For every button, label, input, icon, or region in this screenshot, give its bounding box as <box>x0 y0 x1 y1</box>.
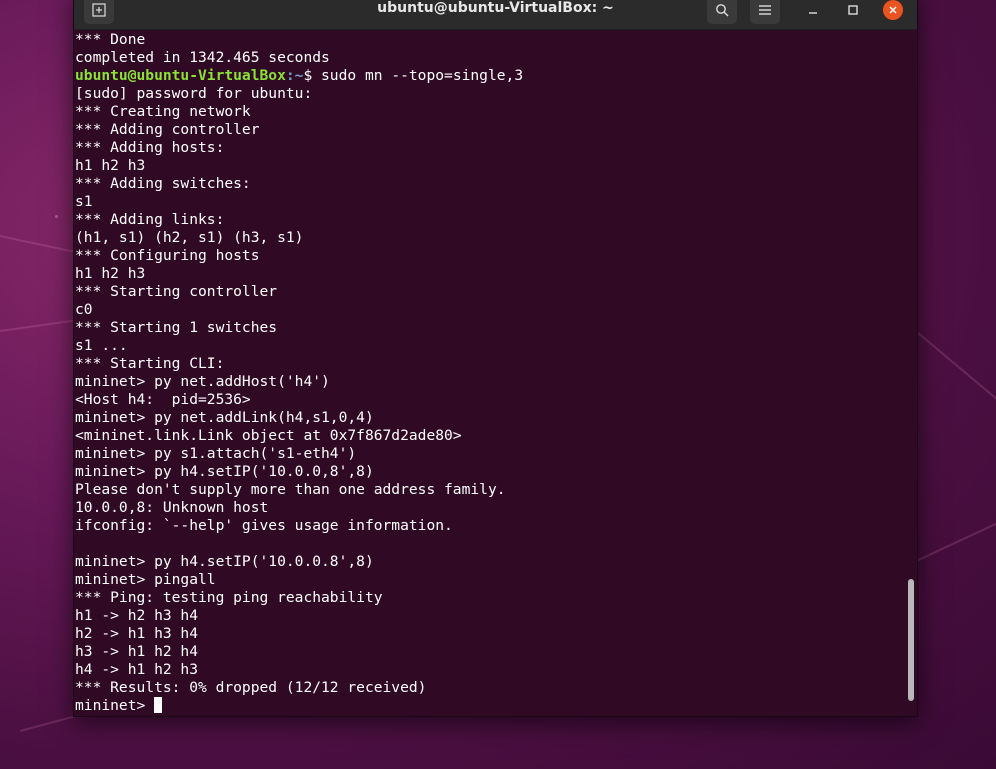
terminal-line: mininet> py h4.setIP('10.0.0,8',8) <box>75 463 374 480</box>
wallpaper-line <box>916 509 996 562</box>
terminal-line: Please don't supply more than one addres… <box>75 481 506 498</box>
terminal-line: *** Ping: testing ping reachability <box>75 589 383 606</box>
wallpaper-line <box>914 330 996 409</box>
minimize-button[interactable] <box>801 0 825 22</box>
close-button[interactable] <box>883 0 903 20</box>
terminal-line: *** Starting controller <box>75 283 278 300</box>
terminal-line: h2 -> h1 h3 h4 <box>75 625 199 642</box>
terminal-line: mininet> py s1.attach('s1-eth4') <box>75 445 357 462</box>
terminal-line: c0 <box>75 301 93 318</box>
wallpaper-dot <box>55 215 58 218</box>
minimize-icon <box>809 12 817 14</box>
terminal-line: mininet> py h4.setIP('10.0.0.8',8) <box>75 553 374 570</box>
terminal-line: *** Done <box>75 31 146 48</box>
terminal-line: *** Configuring hosts <box>75 247 260 264</box>
terminal-line: *** Adding links: <box>75 211 225 228</box>
terminal-line: ifconfig: `--help' gives usage informati… <box>75 517 453 534</box>
terminal-line: *** Creating network <box>75 103 251 120</box>
terminal-line: mininet> py net.addHost('h4') <box>75 373 330 390</box>
search-button[interactable] <box>707 0 737 24</box>
terminal-line: h4 -> h1 h2 h3 <box>75 661 199 678</box>
terminal-line: 10.0.0,8: Unknown host <box>75 499 269 516</box>
mininet-prompt: mininet> <box>75 697 155 714</box>
hamburger-menu-icon <box>759 5 771 15</box>
maximize-icon <box>848 5 858 15</box>
terminal-output[interactable]: *** Done completed in 1342.465 seconds ubu… <box>75 31 901 715</box>
title-bar[interactable]: ubuntu@ubuntu-VirtualBox: ~ <box>74 0 917 30</box>
terminal-line: h3 -> h1 h2 h4 <box>75 643 199 660</box>
terminal-line: h1 h2 h3 <box>75 157 146 174</box>
search-icon <box>716 4 729 17</box>
terminal-line: (h1, s1) (h2, s1) (h3, s1) <box>75 229 304 246</box>
terminal-line: *** Adding switches: <box>75 175 251 192</box>
terminal-line: s1 <box>75 193 93 210</box>
terminal-line: mininet> pingall <box>75 571 216 588</box>
shell-prompt-line: ubuntu@ubuntu-VirtualBox:~$ sudo mn --to… <box>75 67 901 85</box>
prompt-path: :~ <box>285 67 304 84</box>
scrollbar-thumb[interactable] <box>908 579 914 701</box>
terminal-line: h1 h2 h3 <box>75 265 146 282</box>
terminal-line: *** Results: 0% dropped (12/12 received) <box>75 679 427 696</box>
terminal-window[interactable]: ubuntu@ubuntu-VirtualBox: ~ *** Done com… <box>73 0 918 717</box>
terminal-line: *** Adding controller <box>75 121 260 138</box>
prompt-user: ubuntu@ubuntu-VirtualBox <box>75 67 286 84</box>
close-icon <box>889 6 897 14</box>
maximize-button[interactable] <box>841 0 865 22</box>
terminal-line: completed in 1342.465 seconds <box>75 49 330 66</box>
prompt-command: $ sudo mn --topo=single,3 <box>303 67 524 84</box>
terminal-line: s1 ... <box>75 337 128 354</box>
mininet-prompt-line[interactable]: mininet> <box>75 697 901 715</box>
text-cursor <box>154 697 163 713</box>
menu-button[interactable] <box>750 0 780 24</box>
window-title: ubuntu@ubuntu-VirtualBox: ~ <box>377 0 614 16</box>
terminal-line: *** Starting CLI: <box>75 355 225 372</box>
terminal-line: h1 -> h2 h3 h4 <box>75 607 199 624</box>
terminal-line: <Host h4: pid=2536> <box>75 391 251 408</box>
terminal-line: *** Starting 1 switches <box>75 319 278 336</box>
terminal-line: [sudo] password for ubuntu: <box>75 85 313 102</box>
terminal-line: *** Adding hosts: <box>75 139 225 156</box>
terminal-line: <mininet.link.Link object at 0x7f867d2ad… <box>75 427 462 444</box>
terminal-line: mininet> py net.addLink(h4,s1,0,4) <box>75 409 374 426</box>
